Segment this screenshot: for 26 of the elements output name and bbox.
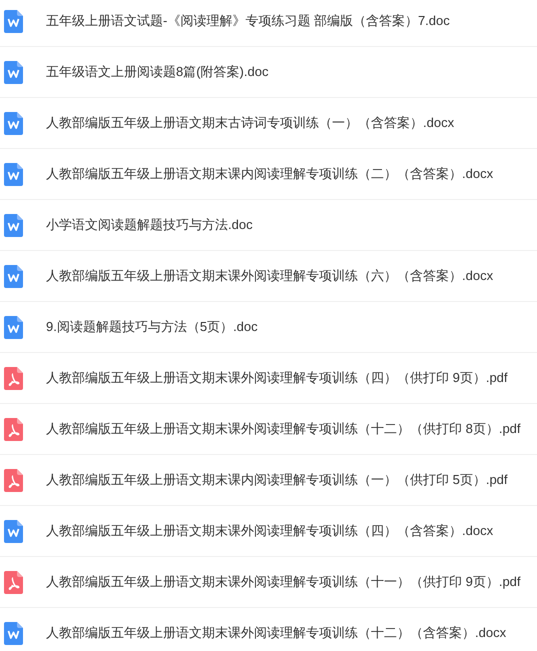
word-file-icon bbox=[4, 112, 23, 134]
file-name-link[interactable]: 人教部编版五年级上册语文期末课外阅读理解专项训练（十二）（供打印 8页）.pdf bbox=[46, 419, 521, 439]
file-name-link[interactable]: 人教部编版五年级上册语文期末课外阅读理解专项训练（四）（含答案）.docx bbox=[46, 521, 494, 541]
file-name-link[interactable]: 人教部编版五年级上册语文期末古诗词专项训练（一）（含答案）.docx bbox=[46, 113, 454, 133]
file-name-link[interactable]: 人教部编版五年级上册语文期末课外阅读理解专项训练（十一）（供打印 9页）.pdf bbox=[46, 572, 521, 592]
file-name-link[interactable]: 小学语文阅读题解题技巧与方法.doc bbox=[46, 215, 253, 235]
file-name-link[interactable]: 五年级语文上册阅读题8篇(附答案).doc bbox=[46, 62, 268, 82]
word-file-icon bbox=[4, 264, 23, 288]
pdf-file-icon bbox=[4, 366, 23, 390]
word-file-icon bbox=[4, 316, 23, 338]
word-file-icon bbox=[4, 622, 23, 644]
file-name-link[interactable]: 人教部编版五年级上册语文期末课内阅读理解专项训练（二）（含答案）.docx bbox=[46, 164, 494, 184]
word-file-icon bbox=[4, 60, 23, 84]
file-name-link[interactable]: 人教部编版五年级上册语文期末课外阅读理解专项训练（四）（供打印 9页）.pdf bbox=[46, 368, 508, 388]
file-name-link[interactable]: 人教部编版五年级上册语文期末课外阅读理解专项训练（六）（含答案）.docx bbox=[46, 266, 494, 286]
file-name-link[interactable]: 9.阅读题解题技巧与方法（5页）.doc bbox=[46, 317, 258, 337]
word-file-icon bbox=[4, 162, 23, 186]
pdf-file-icon bbox=[4, 418, 23, 440]
pdf-file-icon bbox=[4, 468, 23, 492]
pdf-file-icon bbox=[4, 570, 23, 594]
word-file-icon bbox=[4, 214, 23, 236]
word-file-icon bbox=[4, 10, 23, 32]
file-name-link[interactable]: 人教部编版五年级上册语文期末课外阅读理解专项训练（十二）（含答案）.docx bbox=[46, 623, 506, 643]
file-name-link[interactable]: 人教部编版五年级上册语文期末课内阅读理解专项训练（一）（供打印 5页）.pdf bbox=[46, 470, 508, 490]
file-name-link[interactable]: 五年级上册语文试题-《阅读理解》专项练习题 部编版（含答案）7.doc bbox=[46, 11, 450, 31]
word-file-icon bbox=[4, 520, 23, 542]
